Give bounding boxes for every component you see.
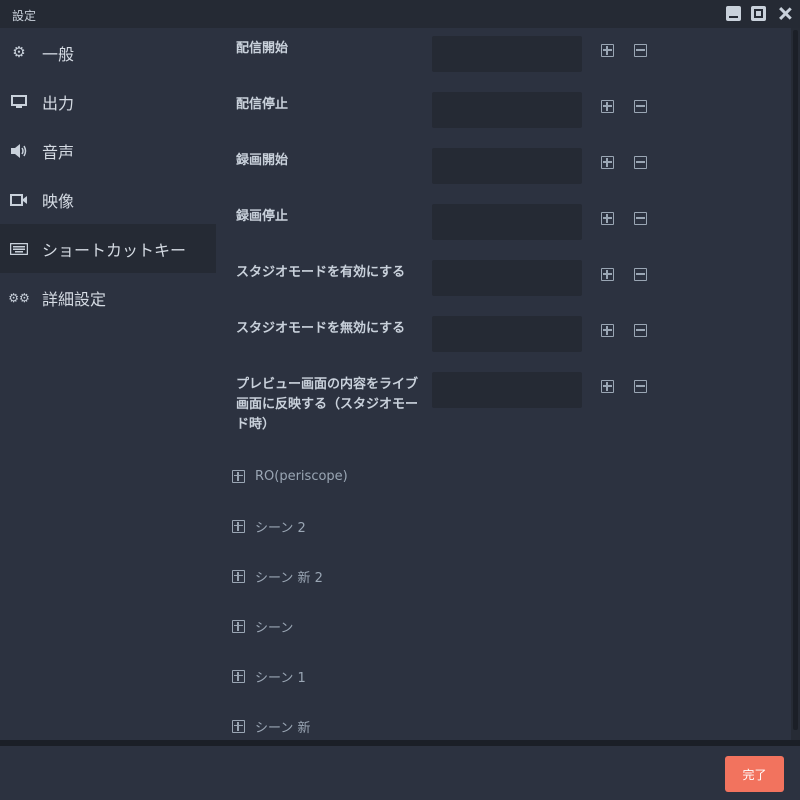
close-icon[interactable]: [777, 6, 792, 21]
hotkey-label: スタジオモードを無効にする: [236, 321, 406, 336]
hotkey-input[interactable]: [432, 36, 582, 72]
remove-hotkey-icon[interactable]: [634, 44, 647, 57]
maximize-icon[interactable]: [751, 6, 766, 21]
camera-icon: [10, 191, 28, 209]
sidebar-item-label: 映像: [42, 191, 75, 211]
done-button[interactable]: 完了: [725, 756, 784, 792]
remove-hotkey-icon[interactable]: [634, 324, 647, 337]
scrollbar-thumb[interactable]: [793, 30, 798, 730]
hotkeys-panel: 配信開始 配信停止 録画開始 録画停止 スタジオモードを有効にする スタジオモー…: [218, 28, 788, 740]
add-hotkey-icon[interactable]: [601, 212, 614, 225]
scene-group[interactable]: シーン 新 2: [232, 566, 323, 586]
window-title: 設定: [12, 9, 37, 23]
expand-icon[interactable]: [232, 519, 245, 533]
expand-icon[interactable]: [232, 719, 245, 733]
group-label: RO(periscope): [255, 468, 348, 484]
expand-icon[interactable]: [232, 619, 245, 633]
add-hotkey-icon[interactable]: [601, 380, 614, 393]
expand-icon[interactable]: [232, 469, 245, 483]
add-hotkey-icon[interactable]: [601, 100, 614, 113]
hotkey-input[interactable]: [432, 372, 582, 408]
scene-group[interactable]: シーン 1: [232, 666, 306, 686]
group-label: シーン 新 2: [255, 570, 323, 586]
add-hotkey-icon[interactable]: [601, 324, 614, 337]
footer: [0, 746, 800, 800]
hotkey-label: 配信停止: [236, 97, 289, 112]
remove-hotkey-icon[interactable]: [634, 212, 647, 225]
speaker-icon: [10, 142, 28, 160]
sidebar-item-advanced[interactable]: ⚙⚙ 詳細設定: [0, 273, 218, 322]
add-hotkey-icon[interactable]: [601, 156, 614, 169]
sidebar-item-label: ショートカットキー: [42, 240, 187, 260]
sidebar-item-output[interactable]: 出力: [0, 77, 218, 126]
remove-hotkey-icon[interactable]: [634, 380, 647, 393]
hotkey-input[interactable]: [432, 260, 582, 296]
sidebar-item-hotkeys[interactable]: ショートカットキー: [0, 224, 216, 273]
scene-group[interactable]: シーン 新: [232, 716, 310, 736]
add-hotkey-icon[interactable]: [601, 44, 614, 57]
gears-icon: ⚙⚙: [8, 290, 30, 305]
hotkey-input[interactable]: [432, 204, 582, 240]
hotkey-label: 録画開始: [236, 153, 289, 168]
sidebar-item-label: 出力: [42, 93, 75, 113]
group-label: シーン 新: [255, 720, 311, 736]
title-bar: 設定: [0, 0, 800, 28]
hotkey-input[interactable]: [432, 316, 582, 352]
monitor-icon: [10, 93, 28, 111]
expand-icon[interactable]: [232, 569, 245, 583]
hotkey-label: 録画停止: [236, 209, 289, 224]
add-hotkey-icon[interactable]: [601, 268, 614, 281]
settings-sidebar: ⚙ 一般 出力 音声 映像 ショートカットキー ⚙⚙ 詳細設定: [0, 28, 218, 322]
sidebar-item-label: 一般: [42, 44, 75, 64]
group-label: シーン 1: [255, 670, 306, 686]
hotkey-label: スタジオモードを有効にする: [236, 265, 406, 280]
hotkey-input[interactable]: [432, 148, 582, 184]
remove-hotkey-icon[interactable]: [634, 100, 647, 113]
scene-group[interactable]: RO(periscope): [232, 466, 348, 486]
hotkey-input[interactable]: [432, 92, 582, 128]
sidebar-item-video[interactable]: 映像: [0, 175, 218, 224]
keyboard-icon: [10, 240, 28, 258]
remove-hotkey-icon[interactable]: [634, 268, 647, 281]
sidebar-item-general[interactable]: ⚙ 一般: [0, 28, 218, 77]
scene-group[interactable]: シーン: [232, 616, 293, 636]
group-label: シーン 2: [255, 520, 306, 536]
gear-icon: ⚙: [12, 43, 26, 61]
sidebar-item-audio[interactable]: 音声: [0, 126, 218, 175]
hotkey-label: 配信開始: [236, 41, 289, 56]
group-label: シーン: [255, 620, 294, 636]
hotkey-label: プレビュー画面の内容をライブ画面に反映する（スタジオモード時）: [236, 377, 419, 432]
scene-group[interactable]: シーン 2: [232, 516, 306, 536]
sidebar-item-label: 音声: [42, 142, 75, 162]
expand-icon[interactable]: [232, 669, 245, 683]
minimize-icon[interactable]: [726, 6, 741, 21]
remove-hotkey-icon[interactable]: [634, 156, 647, 169]
sidebar-item-label: 詳細設定: [42, 289, 107, 309]
